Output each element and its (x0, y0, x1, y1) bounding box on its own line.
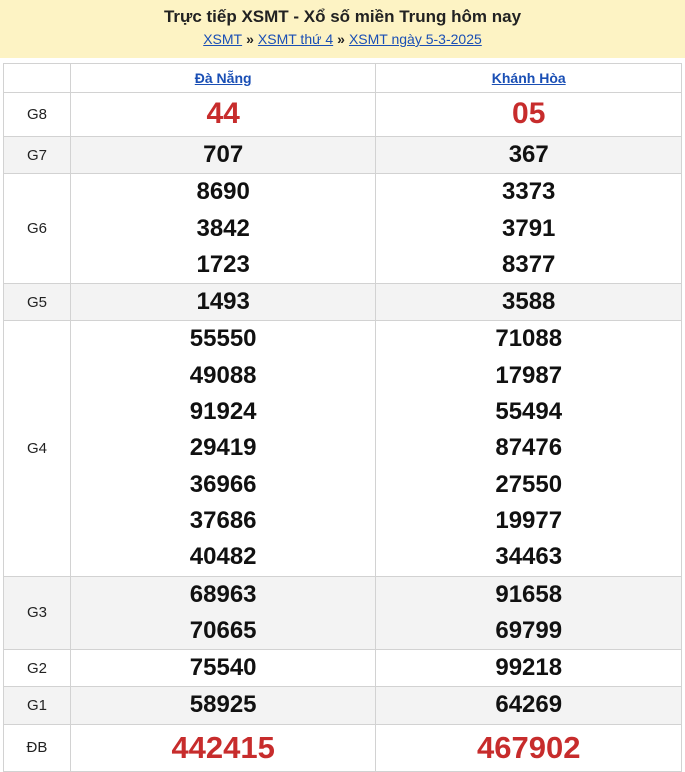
province-link-khanh-hoa[interactable]: Khánh Hòa (492, 70, 566, 86)
prize-cell: 05 (375, 92, 682, 137)
prize-cell: 58925 (69, 686, 377, 725)
prize-number: 3373 (502, 178, 556, 206)
prize-number: 1723 (196, 250, 250, 278)
prize-label: G7 (3, 135, 71, 175)
table-row: G5 1493 3588 (3, 283, 682, 322)
table-row: G1 58925 64269 (3, 686, 682, 725)
prize-cell: 467902 (375, 723, 682, 772)
table-row: G6 8690 3842 1723 3373 3791 8377 (3, 173, 682, 285)
prize-number: 70665 (189, 616, 257, 644)
prize-cell: 75540 (69, 649, 377, 688)
prize-number: 58925 (189, 691, 257, 719)
results-table: Đà Nẵng Khánh Hòa G8 44 05 G7 707 367 G6 8690 38… (3, 63, 682, 772)
page-title: Trực tiếp XSMT - Xổ số miền Trung hôm na… (163, 7, 522, 26)
table-row: ĐB 442415 467902 (3, 723, 682, 772)
prize-number: 29419 (189, 434, 257, 462)
prize-number: 64269 (495, 691, 563, 719)
prize-number: 19977 (495, 506, 563, 534)
breadcrumb-separator: » (246, 31, 254, 47)
prize-number: 17987 (495, 361, 563, 389)
prize-label: G2 (3, 649, 71, 688)
prize-cell: 367 (375, 135, 682, 175)
prize-cell: 8690 3842 1723 (69, 173, 377, 285)
table-row: G3 68963 70665 91658 69799 (3, 575, 682, 651)
province-header-da-nang: Đà Nẵng (69, 63, 377, 93)
header-empty-cell (3, 63, 71, 93)
prize-cell: 3588 (375, 283, 682, 322)
prize-cell: 3373 3791 8377 (375, 173, 682, 285)
prize-number: 44 (206, 97, 240, 131)
prize-label: ĐB (3, 723, 71, 772)
prize-number: 1493 (196, 288, 250, 316)
prize-cell: 442415 (69, 723, 377, 772)
prize-label: G6 (3, 173, 71, 285)
prize-number: 36966 (189, 470, 257, 498)
prize-cell: 55550 49088 91924 29419 36966 37686 40482 (69, 320, 377, 577)
prize-label: G8 (3, 92, 71, 137)
table-row: G2 75540 99218 (3, 649, 682, 688)
prize-number: 75540 (189, 654, 257, 682)
page-header: Trực tiếp XSMT - Xổ số miền Trung hôm na… (0, 0, 685, 58)
prize-number: 707 (203, 141, 244, 168)
prize-number: 3842 (196, 214, 250, 242)
province-header-khanh-hoa: Khánh Hòa (375, 63, 682, 93)
prize-number: 367 (508, 141, 549, 168)
prize-number: 49088 (189, 361, 257, 389)
breadcrumb-separator: » (337, 31, 345, 47)
prize-number: 55550 (189, 325, 257, 353)
table-row: G7 707 367 (3, 135, 682, 175)
prize-number: 37686 (189, 506, 257, 534)
prize-cell: 71088 17987 55494 87476 27550 19977 34463 (375, 320, 682, 577)
prize-cell: 68963 70665 (69, 575, 377, 651)
results-body: G8 44 05 G7 707 367 G6 8690 3842 1723 3373 3791 8377… (3, 92, 682, 772)
prize-number: 99218 (495, 654, 563, 682)
table-row: G8 44 05 (3, 92, 682, 137)
breadcrumb: XSMT» XSMT thứ 4» XSMT ngày 5-3-2025 (0, 30, 685, 48)
table-row: G4 55550 49088 91924 29419 36966 37686 40482 710… (3, 320, 682, 577)
prize-label: G1 (3, 686, 71, 725)
special-prize-number: 467902 (476, 729, 581, 765)
prize-number: 8690 (196, 178, 250, 206)
prize-number: 91924 (189, 398, 257, 426)
prize-number: 40482 (189, 543, 257, 571)
prize-cell: 91658 69799 (375, 575, 682, 651)
prize-number: 71088 (495, 325, 563, 353)
prize-label: G5 (3, 283, 71, 322)
prize-number: 05 (512, 97, 546, 131)
prize-label: G3 (3, 575, 71, 651)
prize-number: 87476 (495, 434, 563, 462)
prize-cell: 707 (69, 135, 377, 175)
prize-number: 69799 (495, 616, 563, 644)
breadcrumb-link-xsmt-thu-4[interactable]: XSMT thứ 4 (258, 31, 333, 47)
prize-cell: 44 (69, 92, 377, 137)
prize-label: G4 (3, 320, 71, 577)
breadcrumb-link-xsmt-date[interactable]: XSMT ngày 5-3-2025 (349, 31, 482, 47)
prize-cell: 99218 (375, 649, 682, 688)
prize-cell: 1493 (69, 283, 377, 322)
breadcrumb-link-xsmt[interactable]: XSMT (203, 31, 242, 47)
prize-number: 55494 (495, 398, 563, 426)
prize-number: 27550 (495, 470, 563, 498)
table-header-row: Đà Nẵng Khánh Hòa (3, 63, 682, 93)
prize-number: 34463 (495, 543, 563, 571)
special-prize-number: 442415 (171, 729, 275, 765)
prize-cell: 64269 (375, 686, 682, 725)
province-link-da-nang[interactable]: Đà Nẵng (195, 70, 252, 86)
prize-number: 68963 (189, 580, 257, 608)
prize-number: 8377 (502, 250, 556, 278)
prize-number: 3588 (502, 288, 556, 316)
prize-number: 3791 (502, 214, 556, 242)
prize-number: 91658 (495, 580, 563, 608)
